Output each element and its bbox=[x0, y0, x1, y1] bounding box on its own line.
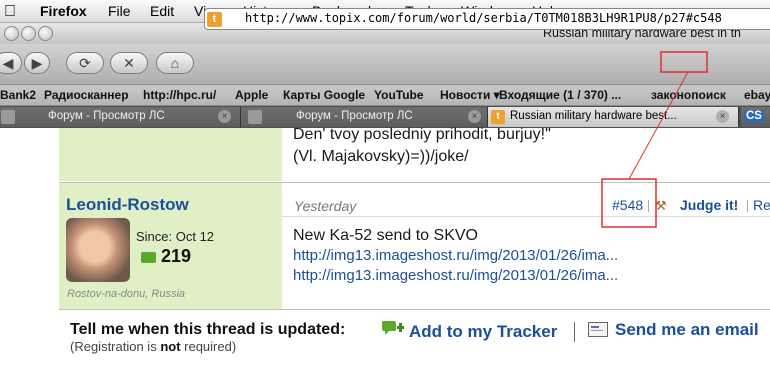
back-arrow-icon: ◀ bbox=[2, 55, 14, 71]
close-tab-icon[interactable]: × bbox=[716, 110, 729, 123]
forward-button[interactable]: ▶ bbox=[24, 52, 50, 74]
forum-page: Den' tvoy posledniy prihodit, burjuy!" (… bbox=[0, 126, 770, 372]
post-timestamp: Yesterday bbox=[294, 198, 357, 214]
add-tracker-icon[interactable] bbox=[381, 320, 405, 338]
registration-note-suffix: required) bbox=[180, 339, 237, 354]
tab-strip: Форум - Просмотр ЛС × Форум - Просмотр Л… bbox=[0, 106, 770, 128]
menu-edit[interactable]: Edit bbox=[150, 3, 174, 19]
bookmark-item[interactable]: Карты Google bbox=[283, 88, 365, 102]
email-icon-line bbox=[591, 326, 599, 328]
menu-file[interactable]: File bbox=[108, 3, 131, 19]
tab-label: CS bbox=[744, 110, 764, 122]
member-since: Since: Oct 12 bbox=[136, 229, 215, 244]
tab-forum-2[interactable]: Форум - Просмотр ЛС × bbox=[241, 107, 488, 127]
registration-note-not: not bbox=[160, 339, 181, 354]
judge-it-link[interactable]: Judge it! bbox=[680, 197, 738, 213]
email-icon-line bbox=[591, 330, 603, 331]
bookmark-folder[interactable]: Новости ▾ bbox=[440, 88, 500, 102]
topix-favicon-icon: t bbox=[207, 12, 222, 27]
registration-note-prefix: (Registration is bbox=[70, 339, 161, 354]
tab-cs[interactable]: CS bbox=[741, 107, 770, 127]
close-window-icon[interactable] bbox=[4, 26, 19, 41]
bookmark-item[interactable]: Apple bbox=[235, 88, 268, 102]
post-link[interactable]: http://img13.imageshost.ru/img/2013/01/2… bbox=[293, 247, 618, 264]
zoom-window-icon[interactable] bbox=[38, 26, 53, 41]
home-button[interactable]: ⌂ bbox=[156, 52, 194, 74]
close-tab-icon[interactable]: × bbox=[218, 110, 231, 123]
apple-icon[interactable]:  bbox=[4, 3, 16, 21]
separator bbox=[648, 200, 649, 212]
tab-label: Russian military hardware best... bbox=[510, 110, 677, 122]
email-icon[interactable] bbox=[588, 322, 608, 337]
author-location: Rostov-na-donu, Russia bbox=[67, 288, 186, 300]
registration-note: (Registration is not required) bbox=[70, 339, 236, 354]
speech-bubble-icon bbox=[141, 252, 156, 263]
forward-arrow-icon: ▶ bbox=[31, 55, 43, 71]
reply-link[interactable]: Re bbox=[753, 197, 770, 213]
send-email-link[interactable]: Send me an email bbox=[615, 320, 759, 340]
bookmark-item[interactable]: ebay bbox=[744, 88, 770, 102]
menu-app-firefox[interactable]: Firefox bbox=[40, 3, 87, 19]
close-tab-icon[interactable]: × bbox=[468, 110, 481, 123]
avatar[interactable] bbox=[66, 218, 130, 282]
post-count: 219 bbox=[161, 246, 192, 266]
bookmark-item[interactable]: YouTube bbox=[374, 88, 424, 102]
separator bbox=[574, 322, 575, 342]
back-button[interactable]: ◀ bbox=[0, 52, 22, 74]
post-header-divider bbox=[282, 216, 770, 217]
post-body: New Ka-52 send to SKVO bbox=[293, 227, 478, 244]
tab-label: Форум - Просмотр ЛС bbox=[48, 110, 165, 122]
tab-favicon-icon bbox=[1, 110, 15, 124]
tab-label: Форум - Просмотр ЛС bbox=[296, 110, 413, 122]
minimize-window-icon[interactable] bbox=[21, 26, 36, 41]
thread-update-heading: Tell me when this thread is updated: bbox=[70, 321, 346, 338]
reload-button[interactable]: ⟳ bbox=[66, 52, 104, 74]
bookmark-item[interactable]: Входящие (1 / 370) ... bbox=[499, 88, 621, 102]
tab-forum-1[interactable]: Форум - Просмотр ЛС × bbox=[0, 107, 241, 127]
url-text[interactable]: http://www.topix.com/forum/world/serbia/… bbox=[245, 11, 722, 25]
bookmark-item[interactable]: Bank2 bbox=[0, 88, 36, 102]
home-icon: ⌂ bbox=[170, 55, 180, 71]
reload-icon: ⟳ bbox=[79, 55, 91, 71]
divider bbox=[59, 309, 770, 310]
stop-icon: ✕ bbox=[123, 55, 135, 71]
separator bbox=[747, 200, 748, 212]
tab-favicon-icon bbox=[248, 110, 262, 124]
post-number-link[interactable]: #548 bbox=[612, 197, 643, 213]
quote-line-2: (Vl. Majakovsky)=))/joke/ bbox=[293, 148, 469, 165]
post-link[interactable]: http://img13.imageshost.ru/img/2013/01/2… bbox=[293, 267, 618, 284]
author-username[interactable]: Leonid-Rostow bbox=[66, 195, 189, 215]
bookmark-item[interactable]: законопоиск bbox=[651, 88, 726, 102]
bookmark-item[interactable]: Радиосканнер bbox=[44, 88, 129, 102]
gavel-icon[interactable]: ⚒ bbox=[655, 198, 669, 213]
topix-favicon-icon: t bbox=[491, 110, 505, 124]
tab-russian-military-hardware[interactable]: t Russian military hardware best... × bbox=[488, 107, 739, 127]
stop-button[interactable]: ✕ bbox=[110, 52, 148, 74]
bookmarks-toolbar: Bank2 Радиосканнер http://hpc.ru/ Apple … bbox=[0, 85, 770, 106]
navigation-toolbar: ◀ ▶ ⟳ ✕ ⌂ bbox=[0, 44, 770, 85]
previous-post-sidebar bbox=[59, 128, 282, 181]
quote-line-1: Den' tvoy posledniy prihodit, burjuy!" bbox=[293, 126, 551, 143]
add-to-tracker-link[interactable]: Add to my Tracker bbox=[409, 322, 557, 342]
bookmark-item[interactable]: http://hpc.ru/ bbox=[143, 88, 216, 102]
